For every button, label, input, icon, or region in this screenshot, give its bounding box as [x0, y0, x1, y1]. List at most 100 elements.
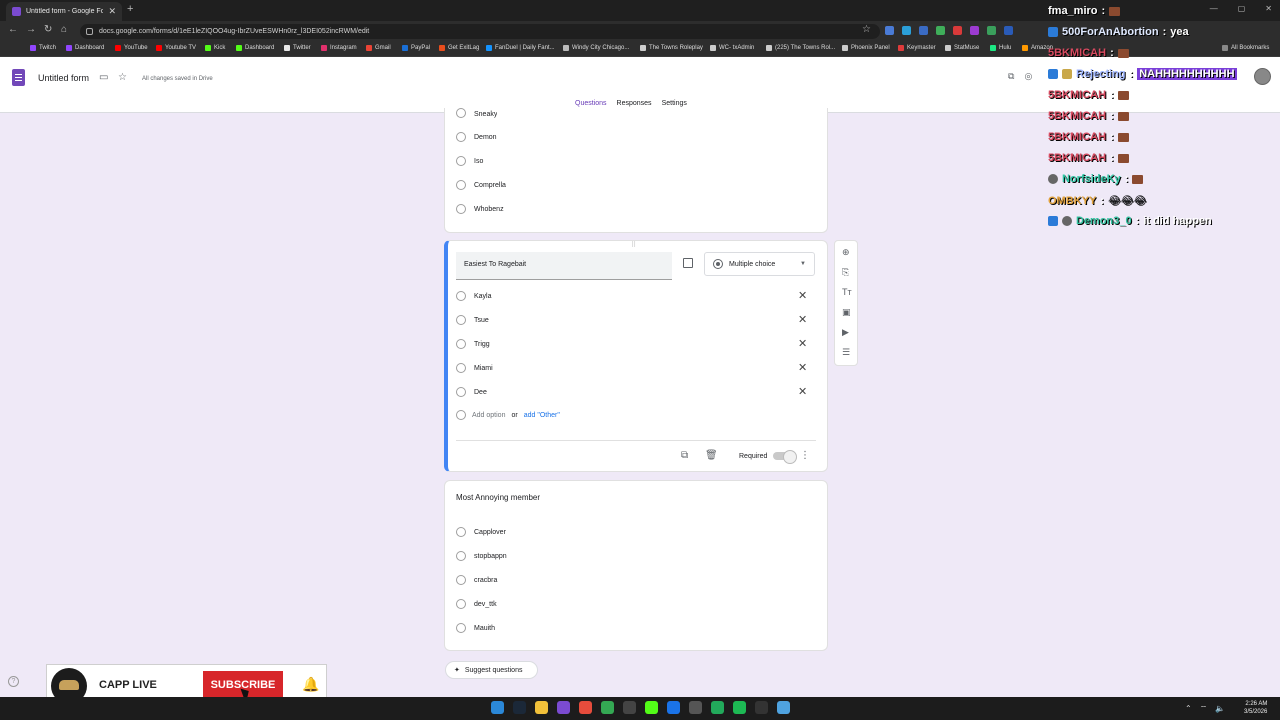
option-row[interactable]: Iso	[456, 156, 483, 166]
bookmark-item[interactable]: Dashboard	[66, 45, 104, 51]
required-toggle[interactable]	[773, 450, 797, 464]
add-image-icon[interactable]	[683, 258, 693, 268]
delete-icon[interactable]: 🗑	[705, 450, 718, 461]
option-row[interactable]: stopbappn	[456, 551, 507, 561]
bookmark-item[interactable]: Keymaster	[898, 45, 936, 51]
add-other-button[interactable]: add "Other"	[524, 412, 560, 419]
add-section-icon[interactable]: ☰	[842, 347, 850, 358]
system-clock[interactable]: 2:26 AM 3/5/2026	[1244, 700, 1267, 716]
forward-icon[interactable]: →	[26, 24, 36, 35]
network-icon[interactable]: ⌔	[1200, 704, 1208, 714]
bell-icon[interactable]: 🔔	[302, 676, 319, 693]
volume-icon[interactable]: 🔈	[1215, 704, 1225, 714]
option-row[interactable]: Mauith	[456, 623, 495, 633]
app-icon[interactable]	[645, 701, 658, 714]
remove-option-icon[interactable]: ✕	[798, 337, 807, 350]
remove-option-icon[interactable]: ✕	[798, 313, 807, 326]
radio-button[interactable]	[456, 180, 466, 190]
extension-icon[interactable]	[970, 26, 979, 35]
bookmark-item[interactable]: Windy City Chicago...	[563, 45, 629, 51]
option-row[interactable]: Miami	[456, 363, 493, 373]
bookmark-item[interactable]: Youtube TV	[156, 45, 196, 51]
question-title[interactable]: Most Annoying member	[456, 493, 540, 502]
remove-option-icon[interactable]: ✕	[798, 385, 807, 398]
address-bar[interactable]: docs.google.com/forms/d/1eE1leZIQOO4ug-I…	[80, 24, 880, 39]
bookmark-item[interactable]: Twitch	[30, 45, 56, 51]
home-icon[interactable]: ⌂	[61, 24, 67, 35]
radio-button[interactable]	[456, 156, 466, 166]
radio-button[interactable]	[456, 204, 466, 214]
bookmark-item[interactable]: YouTube	[115, 45, 148, 51]
option-row[interactable]: Tsue	[456, 315, 489, 325]
extension-icon[interactable]	[885, 26, 894, 35]
question-type-select[interactable]: Multiple choice ▼	[704, 252, 815, 276]
app-icon[interactable]	[755, 701, 768, 714]
radio-button[interactable]	[456, 623, 466, 633]
close-tab-icon[interactable]: ✕	[108, 6, 116, 17]
star-icon[interactable]: ☆	[118, 72, 127, 83]
option-row[interactable]: dev_ttk	[456, 599, 497, 609]
app-icon[interactable]	[711, 701, 724, 714]
radio-button[interactable]	[456, 599, 466, 609]
extension-icon[interactable]	[953, 26, 962, 35]
move-to-folder-icon[interactable]: ▭	[99, 72, 108, 83]
palette-icon[interactable]: ◎	[1024, 71, 1032, 82]
option-row[interactable]: Demon	[456, 132, 497, 142]
bookmark-item[interactable]: Twitter	[284, 45, 311, 51]
option-row[interactable]: Comprella	[456, 180, 506, 190]
app-icon[interactable]	[667, 701, 680, 714]
radio-button[interactable]	[456, 575, 466, 585]
question-card[interactable]	[444, 108, 828, 233]
extension-icon[interactable]	[919, 26, 928, 35]
new-tab-icon[interactable]: +	[127, 3, 133, 15]
all-bookmarks[interactable]: All Bookmarks	[1222, 45, 1269, 51]
option-row[interactable]: Trigg	[456, 339, 490, 349]
drag-handle-icon[interactable]: ⠿	[631, 241, 636, 249]
bookmark-item[interactable]: (225) The Towns Rol...	[766, 45, 835, 51]
radio-button[interactable]	[456, 527, 466, 537]
app-icon[interactable]	[777, 701, 790, 714]
bookmark-item[interactable]: PayPal	[402, 45, 430, 51]
suggest-questions-button[interactable]: ✦ Suggest questions	[445, 661, 538, 679]
add-image-icon[interactable]: ▣	[842, 307, 851, 318]
chevron-up-icon[interactable]: ⌃	[1185, 704, 1192, 714]
maximize-icon[interactable]: ▢	[1238, 4, 1246, 13]
app-icon[interactable]	[623, 701, 636, 714]
reload-icon[interactable]: ↻	[44, 24, 52, 35]
bookmark-item[interactable]: Get ExitLag	[439, 45, 479, 51]
help-icon[interactable]: ?	[8, 676, 19, 687]
add-question-icon[interactable]: ⊕	[842, 247, 850, 258]
google-forms-logo-icon[interactable]	[12, 69, 25, 86]
bookmark-item[interactable]: Dashboard	[236, 45, 274, 51]
minimize-icon[interactable]: —	[1210, 4, 1218, 13]
question-title-input[interactable]: Easiest To Ragebait	[456, 252, 672, 280]
steam-icon[interactable]	[513, 701, 526, 714]
extension-icon[interactable]	[1004, 26, 1013, 35]
extension-icon[interactable]	[902, 26, 911, 35]
browser-tab[interactable]: Untitled form - Google Forms ✕	[6, 2, 122, 21]
remove-option-icon[interactable]: ✕	[798, 361, 807, 374]
import-questions-icon[interactable]: ⎘	[842, 267, 849, 278]
bookmark-star-icon[interactable]: ☆	[862, 24, 871, 35]
addon-icon[interactable]: ⧉	[1008, 71, 1014, 82]
bookmark-item[interactable]: Hulu	[990, 45, 1011, 51]
radio-button[interactable]	[456, 551, 466, 561]
question-card[interactable]	[444, 480, 828, 651]
file-explorer-icon[interactable]	[535, 701, 548, 714]
bookmark-item[interactable]: The Towns Roleplay	[640, 45, 703, 51]
extension-icon[interactable]	[987, 26, 996, 35]
bookmark-item[interactable]: Gmail	[366, 45, 391, 51]
form-title[interactable]: Untitled form	[38, 73, 89, 83]
bookmark-item[interactable]: WC- txAdmin	[710, 45, 754, 51]
start-icon[interactable]	[491, 701, 504, 714]
remove-option-icon[interactable]: ✕	[798, 289, 807, 302]
option-row[interactable]: cracbra	[456, 575, 497, 585]
spotify-icon[interactable]	[733, 701, 746, 714]
option-row[interactable]: Capplover	[456, 527, 506, 537]
more-options-icon[interactable]: ⋮	[800, 450, 810, 461]
twitch-app-icon[interactable]	[557, 701, 570, 714]
option-row[interactable]: Sneaky	[456, 108, 497, 118]
bookmark-item[interactable]: StatMuse	[945, 45, 979, 51]
radio-button[interactable]	[456, 132, 466, 142]
close-window-icon[interactable]: ✕	[1265, 4, 1272, 13]
